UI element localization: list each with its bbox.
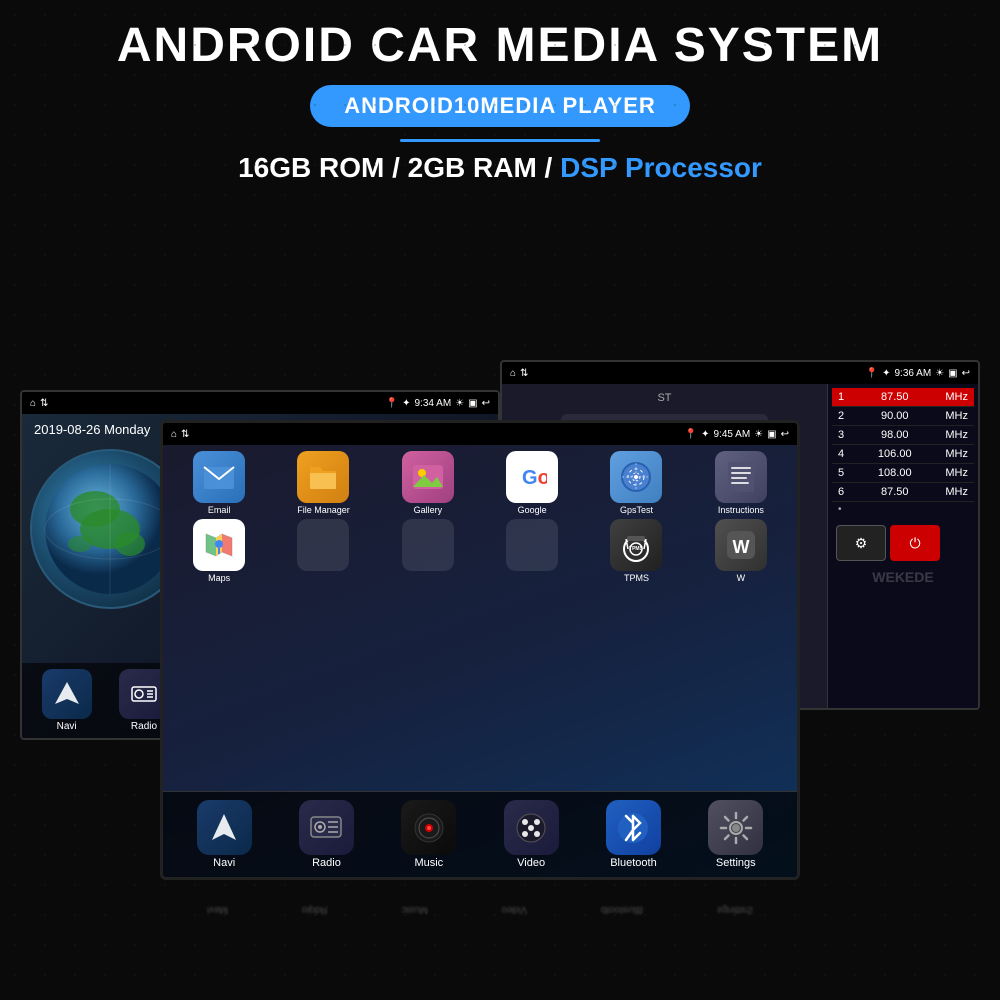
- station-5[interactable]: 5108.00MHz: [832, 464, 974, 483]
- app-tpms[interactable]: TPMS TPMS: [586, 519, 686, 583]
- station-1[interactable]: 187.50MHz: [832, 388, 974, 407]
- radio-btn-front[interactable]: Radio: [299, 800, 354, 869]
- navi-label-mid: Navi: [57, 721, 77, 732]
- location-icon-front: 📍: [685, 429, 697, 440]
- app-maps[interactable]: Maps: [169, 519, 269, 583]
- brightness-icon-back: ☀: [935, 368, 944, 379]
- status-bar-back: ⌂ ⇅ 📍 ✦ 9:36 AM ☀ ▣ ↩: [502, 362, 978, 384]
- power-btn[interactable]: ⏻: [890, 525, 940, 561]
- bt-icon-front: ✦: [701, 429, 709, 440]
- time-front: 9:45 AM: [713, 429, 750, 440]
- main-title: ANDROID CAR MEDIA SYSTEM: [0, 0, 1000, 73]
- video-label-front: Video: [517, 857, 545, 869]
- app-gpstest[interactable]: GpsTest: [586, 451, 686, 515]
- usb-icon-front: ⇅: [181, 429, 189, 440]
- app-blank-1: [273, 519, 373, 583]
- bluetooth-label-front: Bluetooth: [610, 857, 656, 869]
- music-label-front: Music: [414, 857, 443, 869]
- reflection-area: ivaM oipbR ɔisuM oɘbiV dtooteulB sgnitte…: [160, 890, 800, 930]
- navi-btn-mid[interactable]: Navi: [42, 669, 92, 732]
- station-4[interactable]: 4106.00MHz: [832, 445, 974, 464]
- back-icon-back: ↩: [962, 368, 970, 379]
- svg-text:W: W: [732, 537, 749, 557]
- navi-btn-front[interactable]: Navi: [197, 800, 252, 869]
- settings-btn-front[interactable]: Settings: [708, 800, 763, 869]
- window-icon-back: ▣: [948, 368, 957, 379]
- app-w[interactable]: W W: [691, 519, 791, 583]
- home-icon-front: ⌂: [171, 429, 177, 440]
- window-icon-mid: ▣: [468, 398, 477, 409]
- status-bar-front: ⌂ ⇅ 📍 ✦ 9:45 AM ☀ ▣ ↩: [163, 423, 797, 445]
- divider: [400, 139, 600, 142]
- home-icon-back: ⌂: [510, 368, 516, 379]
- music-btn-front[interactable]: Music: [401, 800, 456, 869]
- st-label: ST: [657, 392, 671, 404]
- brightness-icon-mid: ☀: [455, 398, 464, 409]
- app-google[interactable]: Google Google: [482, 451, 582, 515]
- status-bar-mid: ⌂ ⇅ 📍 ✦ 9:34 AM ☀ ▣ ↩: [22, 392, 498, 414]
- station-2[interactable]: 290.00MHz: [832, 407, 974, 426]
- time-back: 9:36 AM: [894, 368, 931, 379]
- back-icon-front: ↩: [781, 429, 789, 440]
- watermark-back: WEKEDE: [832, 569, 974, 585]
- spec-line: 16GB ROM / 2GB RAM / DSP Processor: [0, 152, 1000, 184]
- bt-icon-mid: ✦: [402, 398, 410, 409]
- app-blank-3: [482, 519, 582, 583]
- back-icon-mid: ↩: [482, 398, 490, 409]
- bluetooth-btn-front[interactable]: Bluetooth: [606, 800, 661, 869]
- radio-label-front: Radio: [312, 857, 341, 869]
- window-icon-front: ▣: [767, 429, 776, 440]
- app-instructions[interactable]: Instructions: [691, 451, 791, 515]
- eq-btn[interactable]: ⚙: [836, 525, 886, 561]
- subtitle-badge: ANDROID10MEDIA PLAYER: [310, 85, 690, 127]
- location-icon-back: 📍: [866, 368, 878, 379]
- app-email[interactable]: Email: [169, 451, 269, 515]
- station-3[interactable]: 398.00MHz: [832, 426, 974, 445]
- navi-label-front: Navi: [213, 857, 235, 869]
- radio-label-mid: Radio: [131, 721, 157, 732]
- time-mid: 9:34 AM: [414, 398, 451, 409]
- app-file-manager[interactable]: File Manager: [273, 451, 373, 515]
- app-gallery[interactable]: Gallery: [378, 451, 478, 515]
- settings-label-front: Settings: [716, 857, 756, 869]
- station-dot: •: [832, 502, 974, 517]
- usb-icon-back: ⇅: [520, 368, 528, 379]
- video-btn-front[interactable]: Video: [504, 800, 559, 869]
- station-6[interactable]: 687.50MHz: [832, 483, 974, 502]
- bottom-app-bar-front: Navi Radio: [163, 791, 797, 877]
- location-icon-mid: 📍: [386, 398, 398, 409]
- svg-text:Google: Google: [522, 467, 547, 489]
- app-blank-2: [378, 519, 478, 583]
- screen-front: ⌂ ⇅ 📍 ✦ 9:45 AM ☀ ▣ ↩: [160, 420, 800, 880]
- station-list: 187.50MHz 290.00MHz 398.00MHz 4106.00MHz…: [828, 384, 978, 708]
- brightness-icon-front: ☀: [754, 429, 763, 440]
- bt-icon-back: ✦: [882, 368, 890, 379]
- home-icon-mid: ⌂: [30, 398, 36, 409]
- usb-icon-mid: ⇅: [40, 398, 48, 409]
- svg-text:TPMS: TPMS: [630, 546, 645, 552]
